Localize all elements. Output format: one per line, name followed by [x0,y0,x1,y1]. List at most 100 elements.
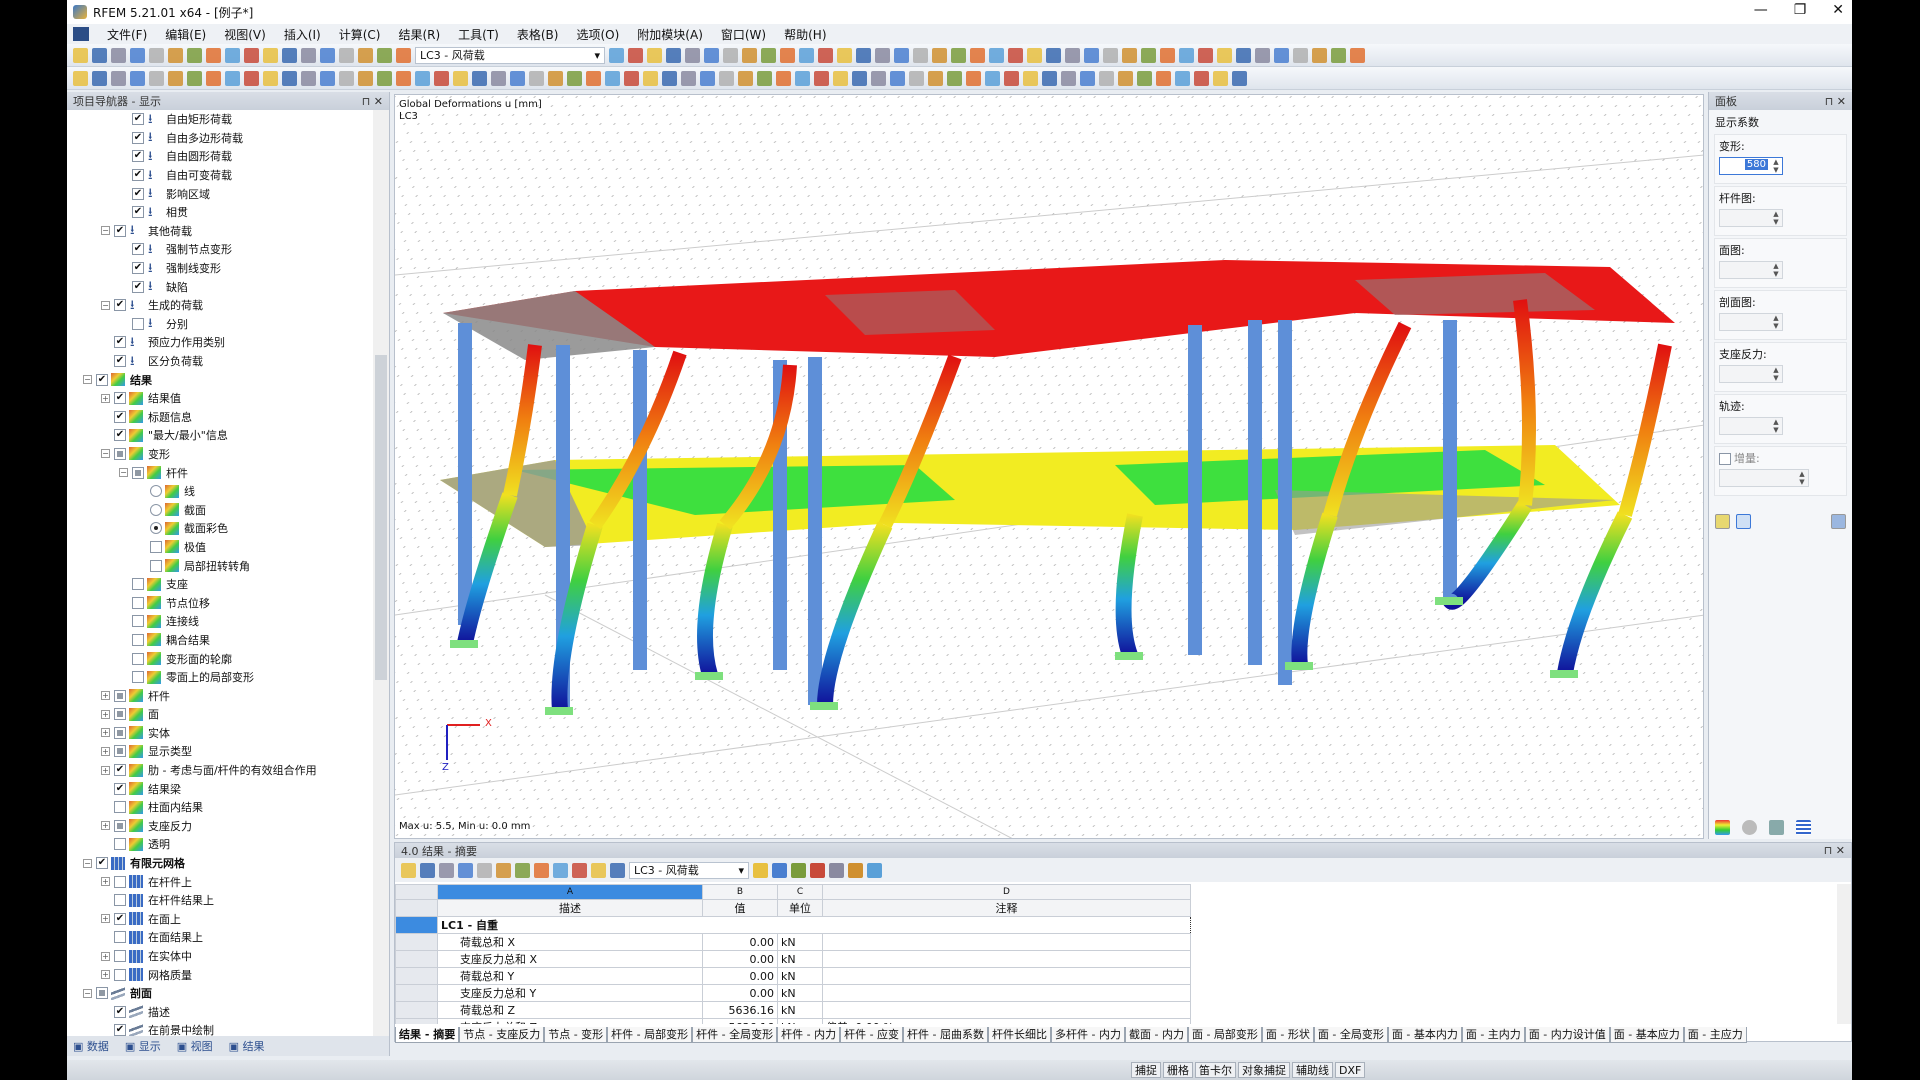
lock-icon[interactable] [1831,514,1846,529]
tree-checkbox[interactable]: ✔ [114,429,126,442]
column-header[interactable]: 描述 [437,899,703,917]
expand-icon[interactable]: + [101,877,110,887]
tree-checkbox[interactable] [114,745,126,758]
tree-checkbox[interactable]: ✔ [114,1005,126,1018]
toolbar-button-icon[interactable] [723,47,738,63]
tree-checkbox[interactable]: ✔ [132,187,144,200]
navigator-tab-results[interactable]: ▣ 结果 [229,1038,265,1054]
tree-item[interactable]: ✔ 相贯 [67,203,373,225]
tree-item[interactable]: −✔ 其他荷载 [67,221,373,243]
collapse-icon[interactable]: − [101,226,110,236]
toolbar-button-icon[interactable] [149,47,164,63]
expand-icon[interactable]: + [101,821,110,831]
results-scrollbar[interactable] [1837,884,1851,1024]
status-toggle[interactable]: 对象捕捉 [1238,1062,1290,1078]
tree-item[interactable]: + ✔ 在面上 [67,910,373,929]
toolbar-button-icon[interactable] [1004,70,1019,86]
toolbar-button-icon[interactable] [928,70,943,86]
toolbar-button-icon[interactable] [111,47,126,63]
toolbar-button-icon[interactable] [1312,47,1327,63]
expand-icon[interactable]: + [101,393,110,403]
toolbar-button-icon[interactable] [700,70,715,86]
tree-item[interactable]: ✔ 结果梁 [67,779,373,798]
load-case-select[interactable]: LC3 - 风荷载 ▾ [415,46,605,64]
restore-button[interactable]: ❐ [1794,2,1807,18]
toolbar-button-icon[interactable] [130,47,145,63]
toolbar-button-icon[interactable] [1046,47,1061,63]
row-header[interactable] [395,967,438,985]
tree-checkbox[interactable]: ✔ [132,243,144,256]
tree-checkbox[interactable]: ✔ [96,857,108,870]
tree-item[interactable]: 分别 [67,314,373,336]
toolbar-button-icon[interactable] [1213,70,1228,86]
toolbar-button-icon[interactable] [852,70,867,86]
toolbar-button-icon[interactable] [985,70,1000,86]
toolbar-button-icon[interactable] [458,862,473,878]
results-tab[interactable]: 杆件 - 应变 [840,1027,904,1043]
toolbar-button-icon[interactable] [244,70,259,86]
tree-checkbox[interactable] [114,894,126,907]
filter-tab-icon[interactable] [1742,820,1757,835]
results-toolbar-icon[interactable] [772,862,787,878]
toolbar-button-icon[interactable] [320,47,335,63]
menu-item[interactable]: 附加模块(A) [637,26,703,43]
toolbar-button-icon[interactable] [358,70,373,86]
results-toolbar-icon[interactable] [867,862,882,878]
status-toggle[interactable]: 栅格 [1163,1062,1193,1078]
row-header[interactable] [395,916,438,934]
spin-arrows-icon[interactable]: ▲ ▼ [1770,262,1782,278]
deform-factor-input[interactable]: 580 ▲ ▼ [1719,157,1783,175]
toolbar-button-icon[interactable] [704,47,719,63]
toolbar-button-icon[interactable] [92,70,107,86]
tree-item[interactable]: ✔ 区分负荷载 [67,352,373,374]
results-load-case-select[interactable]: LC3 - 风荷载 ▾ [629,861,749,879]
toolbar-button-icon[interactable] [875,47,890,63]
expand-icon[interactable]: + [101,951,110,961]
column-header[interactable]: 单位 [777,899,823,917]
toolbar-button-icon[interactable] [780,47,795,63]
toolbar-button-icon[interactable] [1232,70,1247,86]
toolbar-button-icon[interactable] [591,862,606,878]
column-letter[interactable]: B [702,884,778,900]
toolbar-button-icon[interactable] [1023,70,1038,86]
toolbar-button-icon[interactable] [1061,70,1076,86]
close-button[interactable]: ✕ [1832,2,1844,18]
toolbar-button-icon[interactable] [510,70,525,86]
toolbar-button-icon[interactable] [970,47,985,63]
toolbar-button-icon[interactable] [572,862,587,878]
tree-item[interactable]: − 剖面 [67,984,373,1003]
toolbar-button-icon[interactable] [73,47,88,63]
results-tab[interactable]: 杆件长细比 [988,1027,1052,1043]
column-letter[interactable]: C [777,884,823,900]
table-row[interactable]: 荷载总和 X 0.00 kN [395,933,1191,951]
toolbar-button-icon[interactable] [913,47,928,63]
results-tab[interactable]: 面 - 主内力 [1461,1027,1525,1043]
toolbar-button-icon[interactable] [947,70,962,86]
toolbar-button-icon[interactable] [206,47,221,63]
tree-checkbox[interactable] [114,968,126,981]
tree-checkbox[interactable]: ✔ [114,782,126,795]
toolbar-button-icon[interactable] [1331,47,1346,63]
table-row[interactable]: 荷载总和 Y 0.00 kN [395,967,1191,985]
color-panel-tab-icon[interactable] [1715,820,1730,835]
toolbar-button-icon[interactable] [1008,47,1023,63]
toolbar-button-icon[interactable] [358,47,373,63]
tree-item[interactable]: − ✔ 有限元网格 [67,854,373,873]
navigator-scrollbar[interactable] [373,110,389,1036]
chevron-down-icon[interactable]: ▾ [738,864,744,877]
results-tab[interactable]: 杆件 - 屈曲系数 [903,1027,989,1043]
collapse-icon[interactable]: − [119,468,128,478]
chevron-down-icon[interactable]: ▾ [594,49,600,62]
toolbar-button-icon[interactable] [1080,70,1095,86]
tree-item[interactable]: ✔ 自由矩形荷载 [67,110,373,132]
tree-checkbox[interactable] [114,708,126,721]
toolbar-button-icon[interactable] [439,862,454,878]
tree-item[interactable]: 透明 [67,835,373,854]
menu-item[interactable]: 帮助(H) [784,26,826,43]
toolbar-button-icon[interactable] [401,862,416,878]
menu-item[interactable]: 结果(R) [398,26,440,43]
tree-item[interactable]: 截面彩色 [67,519,373,538]
panel-field-input[interactable]: ▲ ▼ [1719,209,1783,227]
toolbar-button-icon[interactable] [1198,47,1213,63]
navigator-close-icon[interactable]: ⊓ ✕ [362,95,383,108]
